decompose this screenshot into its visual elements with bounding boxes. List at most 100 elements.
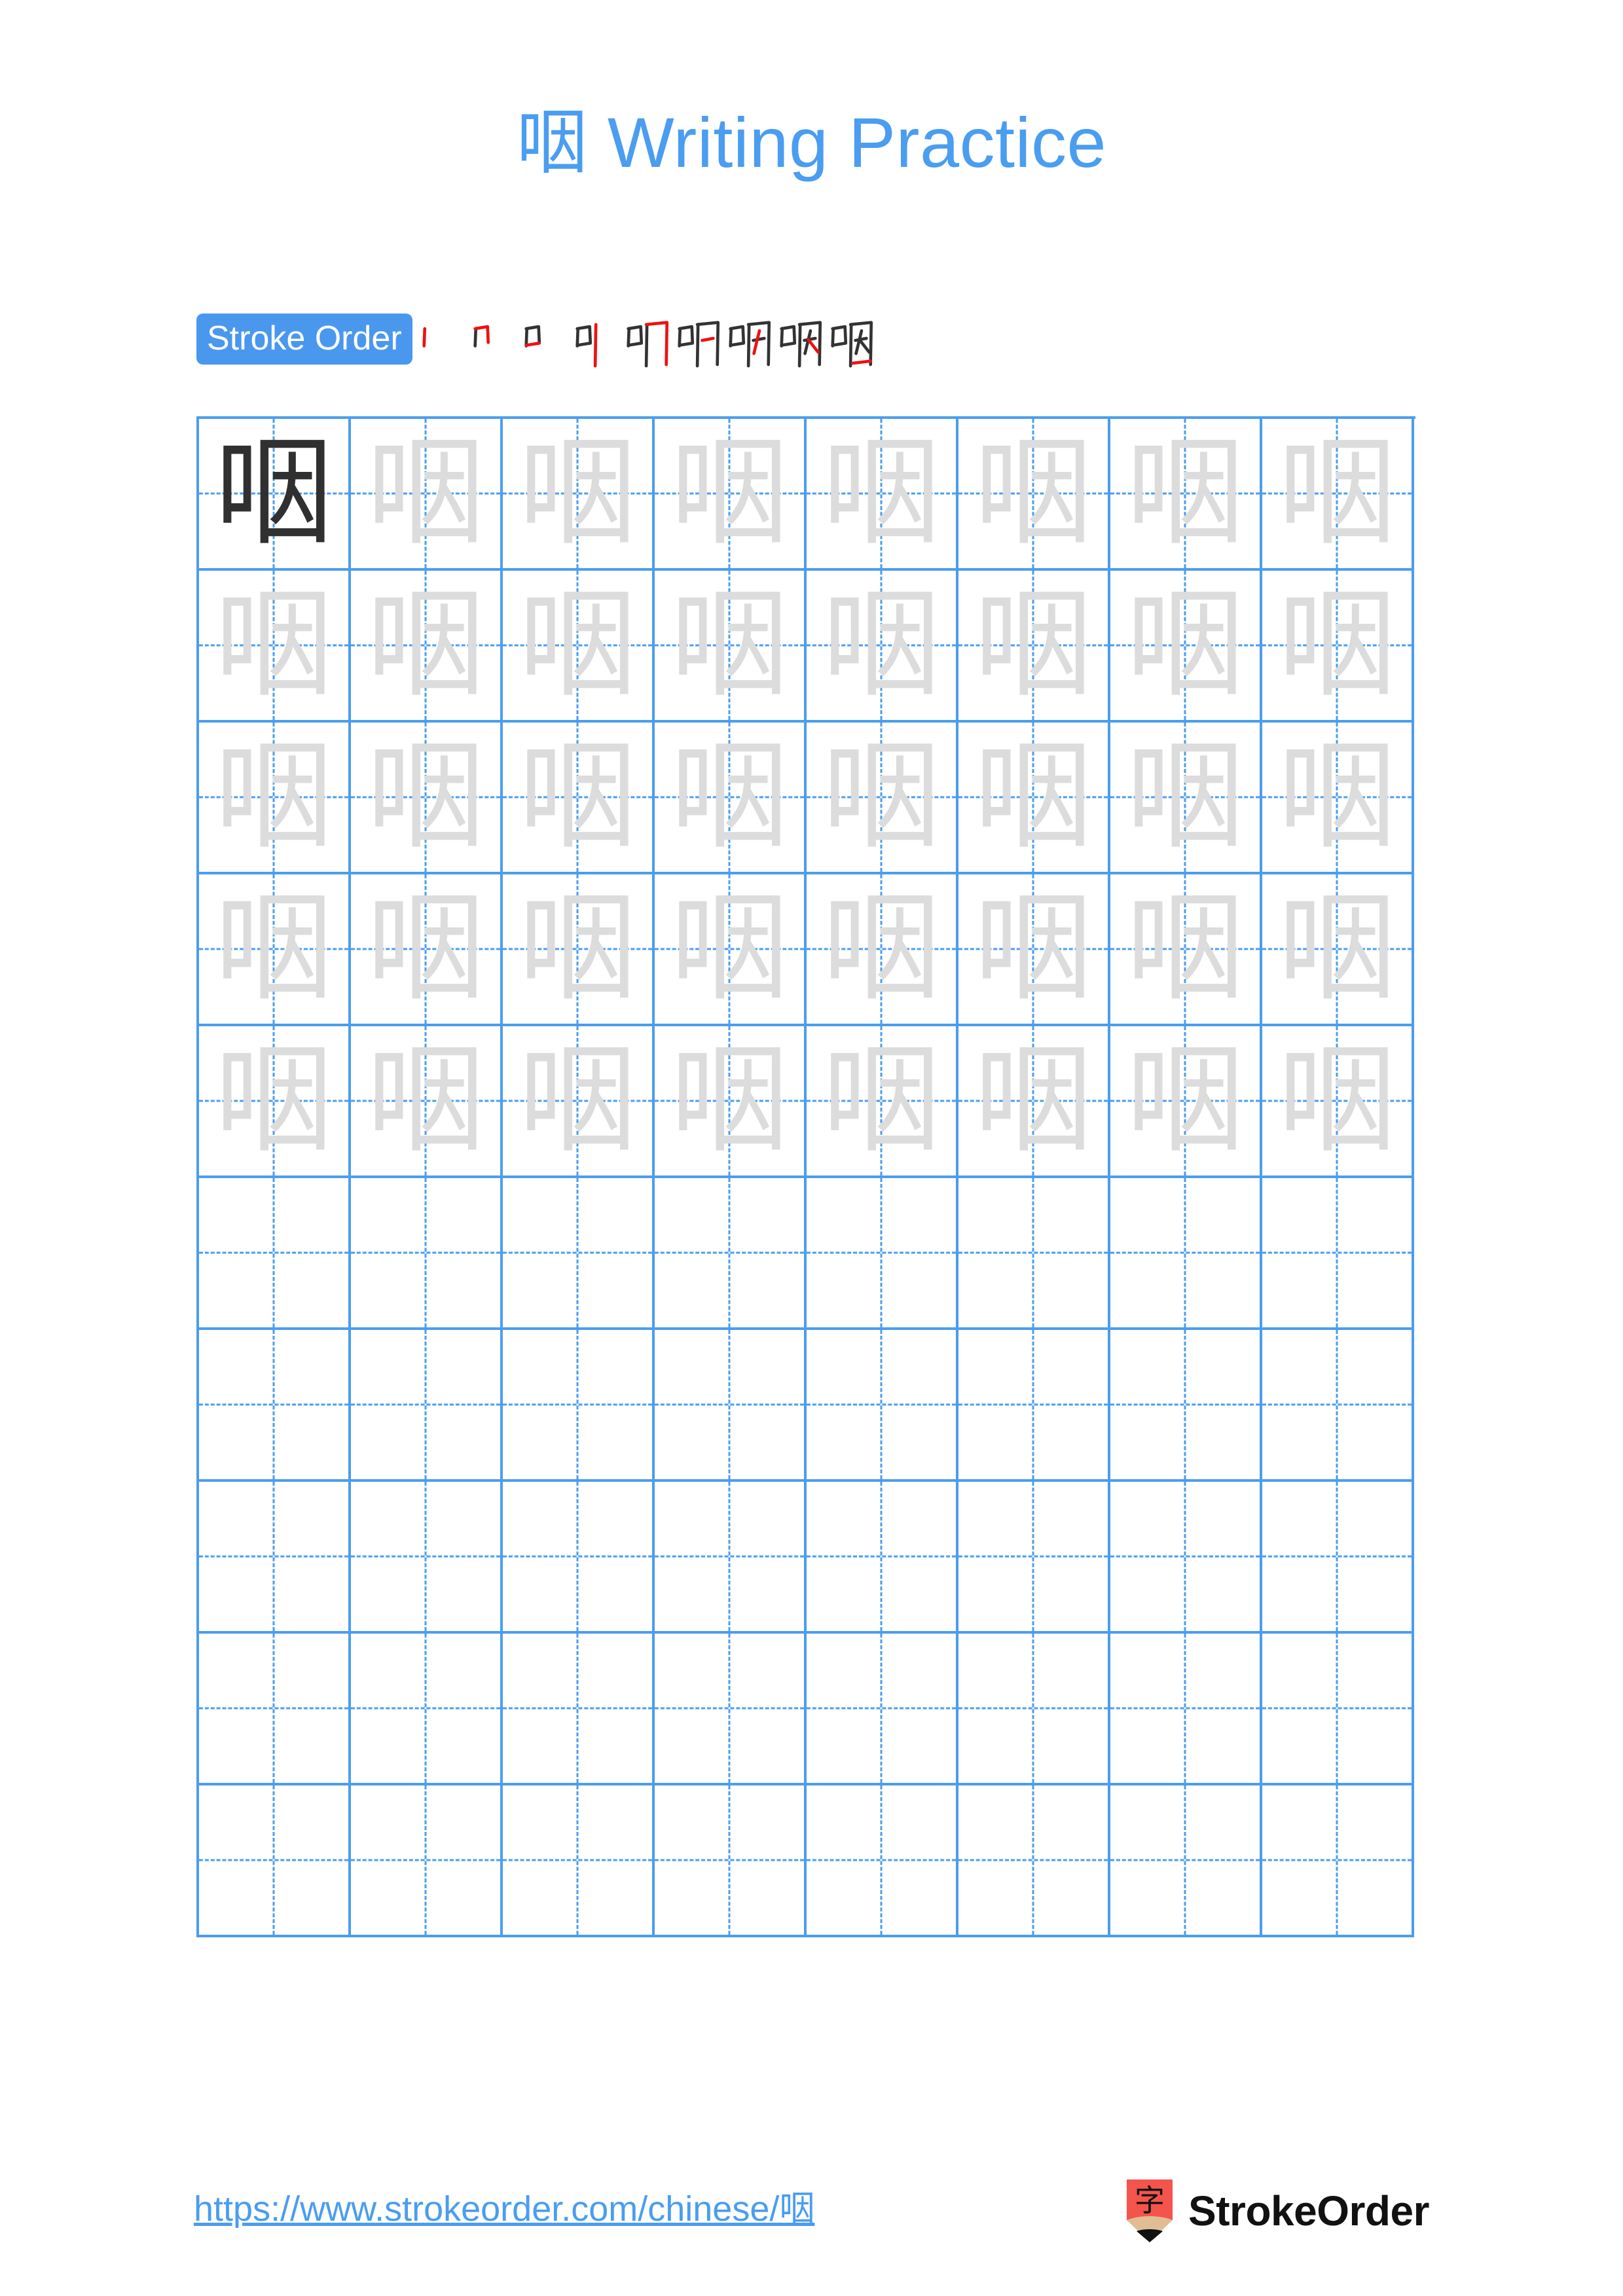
grid-cell-r7-c7[interactable]: [1262, 1482, 1414, 1634]
grid-cell-r8-c0[interactable]: [199, 1634, 351, 1785]
grid-cell-r1-c5[interactable]: 咽: [958, 571, 1110, 723]
grid-cell-r2-c6[interactable]: 咽: [1110, 723, 1262, 874]
grid-cell-r1-c2[interactable]: 咽: [503, 571, 655, 723]
grid-cell-r9-c1[interactable]: [351, 1785, 503, 1937]
grid-cell-r9-c3[interactable]: [655, 1785, 807, 1937]
grid-cell-r3-c3[interactable]: 咽: [655, 874, 807, 1026]
stroke-step-8: [773, 308, 824, 370]
grid-cell-r3-c1[interactable]: 咽: [351, 874, 503, 1026]
grid-cell-r4-c3[interactable]: 咽: [655, 1026, 807, 1178]
trace-character: 咽: [366, 728, 484, 865]
grid-row: [199, 1330, 1415, 1482]
grid-cell-r8-c1[interactable]: [351, 1634, 503, 1785]
grid-cell-r5-c6[interactable]: [1110, 1178, 1262, 1330]
grid-cell-r8-c7[interactable]: [1262, 1634, 1414, 1785]
trace-character: 咽: [1277, 1032, 1396, 1169]
grid-cell-r7-c3[interactable]: [655, 1482, 807, 1634]
grid-cell-r2-c5[interactable]: 咽: [958, 723, 1110, 874]
grid-cell-r0-c2[interactable]: 咽: [503, 419, 655, 571]
grid-cell-r1-c6[interactable]: 咽: [1110, 571, 1262, 723]
stroke-step-3: [517, 308, 568, 370]
trace-character: 咽: [670, 1032, 788, 1169]
grid-cell-r9-c5[interactable]: [958, 1785, 1110, 1937]
trace-character: 咽: [518, 577, 636, 713]
grid-cell-r9-c2[interactable]: [503, 1785, 655, 1937]
grid-row: [199, 1634, 1415, 1785]
grid-cell-r4-c5[interactable]: 咽: [958, 1026, 1110, 1178]
grid-cell-r0-c0[interactable]: 咽: [199, 419, 351, 571]
grid-cell-r8-c4[interactable]: [807, 1634, 958, 1785]
grid-cell-r4-c2[interactable]: 咽: [503, 1026, 655, 1178]
grid-cell-r5-c7[interactable]: [1262, 1178, 1414, 1330]
grid-cell-r2-c2[interactable]: 咽: [503, 723, 655, 874]
grid-cell-r0-c6[interactable]: 咽: [1110, 419, 1262, 571]
grid-cell-r5-c3[interactable]: [655, 1178, 807, 1330]
grid-cell-r4-c6[interactable]: 咽: [1110, 1026, 1262, 1178]
grid-cell-r9-c7[interactable]: [1262, 1785, 1414, 1937]
trace-character: 咽: [822, 577, 940, 713]
grid-cell-r4-c4[interactable]: 咽: [807, 1026, 958, 1178]
trace-character: 咽: [1277, 880, 1396, 1017]
grid-cell-r1-c3[interactable]: 咽: [655, 571, 807, 723]
grid-cell-r5-c4[interactable]: [807, 1178, 958, 1330]
grid-cell-r7-c1[interactable]: [351, 1482, 503, 1634]
grid-cell-r2-c0[interactable]: 咽: [199, 723, 351, 874]
grid-cell-r4-c7[interactable]: 咽: [1262, 1026, 1414, 1178]
grid-cell-r5-c1[interactable]: [351, 1178, 503, 1330]
grid-cell-r3-c6[interactable]: 咽: [1110, 874, 1262, 1026]
grid-cell-r0-c5[interactable]: 咽: [958, 419, 1110, 571]
grid-cell-r7-c5[interactable]: [958, 1482, 1110, 1634]
grid-cell-r0-c3[interactable]: 咽: [655, 419, 807, 571]
grid-cell-r2-c4[interactable]: 咽: [807, 723, 958, 874]
grid-row: 咽咽咽咽咽咽咽咽: [199, 571, 1415, 723]
grid-cell-r3-c4[interactable]: 咽: [807, 874, 958, 1026]
grid-cell-r9-c0[interactable]: [199, 1785, 351, 1937]
grid-cell-r1-c1[interactable]: 咽: [351, 571, 503, 723]
grid-cell-r4-c1[interactable]: 咽: [351, 1026, 503, 1178]
footer-url-link[interactable]: https://www.strokeorder.com/chinese/咽: [194, 2191, 814, 2227]
grid-cell-r6-c0[interactable]: [199, 1330, 351, 1482]
stroke-step-glyph: [831, 321, 873, 368]
grid-cell-r3-c5[interactable]: 咽: [958, 874, 1110, 1026]
grid-cell-r6-c1[interactable]: [351, 1330, 503, 1482]
grid-cell-r8-c3[interactable]: [655, 1634, 807, 1785]
grid-cell-r1-c0[interactable]: 咽: [199, 571, 351, 723]
grid-cell-r7-c2[interactable]: [503, 1482, 655, 1634]
grid-cell-r3-c2[interactable]: 咽: [503, 874, 655, 1026]
trace-character: 咽: [1277, 728, 1396, 865]
grid-cell-r7-c0[interactable]: [199, 1482, 351, 1634]
grid-cell-r5-c0[interactable]: [199, 1178, 351, 1330]
grid-cell-r8-c6[interactable]: [1110, 1634, 1262, 1785]
grid-cell-r5-c2[interactable]: [503, 1178, 655, 1330]
grid-cell-r3-c0[interactable]: 咽: [199, 874, 351, 1026]
grid-cell-r2-c3[interactable]: 咽: [655, 723, 807, 874]
grid-cell-r2-c1[interactable]: 咽: [351, 723, 503, 874]
grid-row: 咽咽咽咽咽咽咽咽: [199, 419, 1415, 571]
grid-cell-r1-c4[interactable]: 咽: [807, 571, 958, 723]
grid-cell-r0-c4[interactable]: 咽: [807, 419, 958, 571]
stroke-step-glyph: [422, 327, 426, 348]
stroke-step-7: [721, 308, 773, 370]
grid-cell-r8-c5[interactable]: [958, 1634, 1110, 1785]
grid-cell-r6-c2[interactable]: [503, 1330, 655, 1482]
grid-cell-r5-c5[interactable]: [958, 1178, 1110, 1330]
grid-cell-r0-c7[interactable]: 咽: [1262, 419, 1414, 571]
grid-cell-r0-c1[interactable]: 咽: [351, 419, 503, 571]
grid-cell-r8-c2[interactable]: [503, 1634, 655, 1785]
stroke-step-glyph: [780, 321, 822, 368]
grid-cell-r7-c6[interactable]: [1110, 1482, 1262, 1634]
grid-cell-r9-c6[interactable]: [1110, 1785, 1262, 1937]
grid-cell-r1-c7[interactable]: 咽: [1262, 571, 1414, 723]
grid-cell-r9-c4[interactable]: [807, 1785, 958, 1937]
trace-character: 咽: [518, 880, 636, 1017]
grid-cell-r6-c5[interactable]: [958, 1330, 1110, 1482]
grid-cell-r7-c4[interactable]: [807, 1482, 958, 1634]
stroke-step-6: [670, 308, 721, 370]
grid-cell-r6-c6[interactable]: [1110, 1330, 1262, 1482]
grid-cell-r4-c0[interactable]: 咽: [199, 1026, 351, 1178]
grid-cell-r6-c3[interactable]: [655, 1330, 807, 1482]
grid-cell-r3-c7[interactable]: 咽: [1262, 874, 1414, 1026]
grid-cell-r6-c7[interactable]: [1262, 1330, 1414, 1482]
grid-cell-r6-c4[interactable]: [807, 1330, 958, 1482]
grid-cell-r2-c7[interactable]: 咽: [1262, 723, 1414, 874]
